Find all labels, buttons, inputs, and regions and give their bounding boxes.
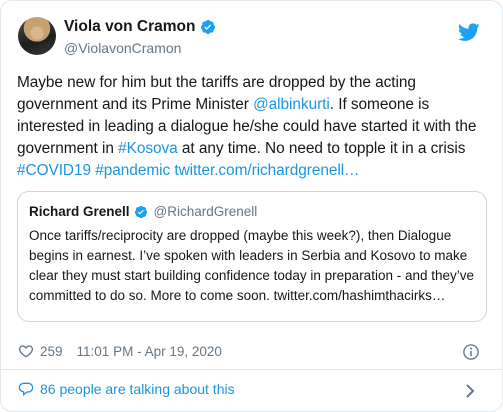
conversation-link[interactable]: 86 people are talking about this [18, 381, 235, 397]
like-count[interactable]: 259 [40, 344, 63, 359]
info-icon[interactable] [462, 343, 480, 361]
url-link[interactable]: twitter.com/richardgrenell… [174, 162, 359, 179]
mention-link[interactable]: @albinkurti [253, 96, 330, 113]
quoted-text: Once tariffs/reciprocity are dropped (ma… [29, 228, 475, 303]
conversation-text[interactable]: 86 people are talking about this [40, 381, 235, 397]
hashtag-link[interactable]: #COVID19 [17, 162, 91, 179]
author-name-row[interactable]: Viola von Cramon [64, 18, 216, 36]
timestamp[interactable]: 11:01 PM - Apr 19, 2020 [77, 344, 222, 359]
tweet-meta: 259 11:01 PM - Apr 19, 2020 [18, 343, 222, 359]
author-handle[interactable]: @ViolavonCramon [64, 40, 181, 56]
tweet-card[interactable]: Viola von Cramon @ViolavonCramon Maybe n… [0, 0, 503, 412]
hashtag-link[interactable]: #pandemic [95, 162, 170, 179]
chevron-right-icon[interactable] [464, 383, 476, 399]
avatar[interactable] [18, 17, 56, 55]
divider [1, 369, 502, 370]
quoted-tweet[interactable]: Richard Grenell @RichardGrenell Once tar… [17, 191, 487, 322]
heart-icon[interactable] [18, 343, 34, 359]
twitter-bird-icon[interactable] [458, 21, 480, 43]
hashtag-link[interactable]: #Kosova [118, 140, 178, 157]
author-name[interactable]: Viola von Cramon [64, 18, 196, 36]
quoted-author-handle: @RichardGrenell [153, 204, 258, 219]
verified-badge-icon [200, 20, 215, 34]
tweet-text-part: at any time. No need to topple it in a c… [177, 140, 466, 157]
quoted-author-name: Richard Grenell [29, 204, 130, 219]
verified-badge-icon [134, 205, 147, 218]
tweet-text: Maybe new for him but the tariffs are dr… [17, 72, 489, 182]
quoted-author-row: Richard Grenell @RichardGrenell [29, 204, 257, 219]
speech-bubble-icon [18, 382, 34, 397]
